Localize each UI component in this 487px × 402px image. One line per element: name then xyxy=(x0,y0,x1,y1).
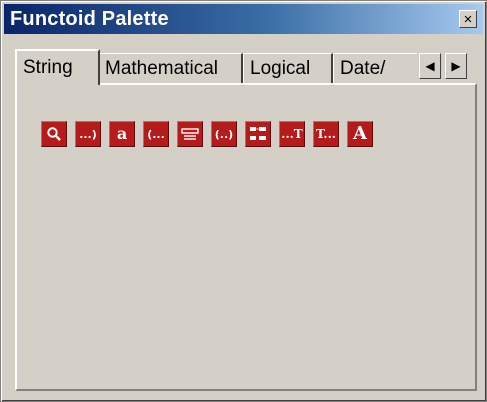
title-bar[interactable]: Functoid Palette × xyxy=(4,4,483,34)
tab-panel-string: ...) a (... (..) ...T T... A xyxy=(15,83,477,391)
string-extract-icon[interactable]: (..) xyxy=(211,121,237,147)
tab-strip: Mathematical Logical Date/ String ◀ ▶ xyxy=(15,49,477,85)
functoid-palette-window: Functoid Palette × Mathematical Logical … xyxy=(0,0,487,402)
uppercase-icon[interactable]: A xyxy=(347,121,373,147)
string-find-icon[interactable] xyxy=(41,121,67,147)
close-button[interactable]: × xyxy=(459,10,477,28)
functoid-grid: ...) a (... (..) ...T T... A xyxy=(41,121,461,155)
tab-label: String xyxy=(23,57,73,78)
tab-string[interactable]: String xyxy=(15,49,100,85)
tab-label: Mathematical xyxy=(105,58,218,79)
window-title: Functoid Palette xyxy=(10,7,169,30)
arrow-right-icon: ▶ xyxy=(451,59,461,73)
string-right-icon[interactable]: (... xyxy=(143,121,169,147)
tab-logical[interactable]: Logical xyxy=(243,53,333,83)
string-concatenate-icon[interactable] xyxy=(245,121,271,147)
string-size-icon[interactable] xyxy=(177,121,203,147)
tab-scroll-right-button[interactable]: ▶ xyxy=(445,53,467,79)
string-left-icon[interactable]: ...) xyxy=(75,121,101,147)
tab-mathematical[interactable]: Mathematical xyxy=(98,53,243,83)
string-right-trim-icon[interactable]: T... xyxy=(313,121,339,147)
tab-date[interactable]: Date/ xyxy=(333,53,417,83)
tab-scroll-left-button[interactable]: ◀ xyxy=(419,53,441,79)
close-icon: × xyxy=(463,10,473,28)
tab-label: Logical xyxy=(250,58,311,79)
lowercase-icon[interactable]: a xyxy=(109,121,135,147)
arrow-left-icon: ◀ xyxy=(425,59,435,73)
string-left-trim-icon[interactable]: ...T xyxy=(279,121,305,147)
tab-label: Date/ xyxy=(340,58,386,79)
